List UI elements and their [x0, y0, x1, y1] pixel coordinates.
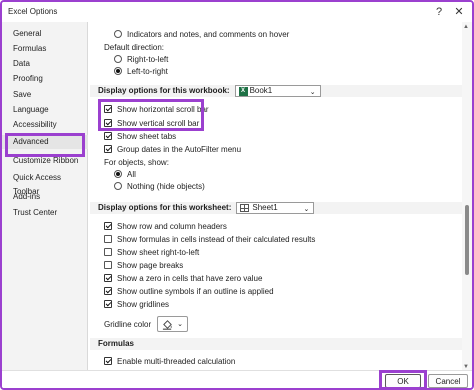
workbook-section-header: Display options for this workbook: X Boo… — [90, 85, 462, 97]
show-formulas-checkbox[interactable] — [104, 235, 112, 243]
excel-options-dialog: Excel Options ? ✕ General Formulas Data … — [0, 0, 474, 390]
formulas-section-title: Formulas — [98, 339, 135, 348]
options-scrollbar[interactable]: ▲ ▼ — [462, 22, 472, 372]
objects-all-label: All — [127, 169, 136, 179]
page-breaks-checkbox[interactable] — [104, 261, 112, 269]
scroll-up-icon[interactable]: ▲ — [463, 24, 469, 30]
zero-values-checkbox[interactable] — [104, 274, 112, 282]
for-objects-heading: For objects, show: — [104, 156, 169, 168]
worksheet-select-value: Sheet1 — [252, 203, 278, 212]
chevron-down-icon: ⌄ — [309, 89, 316, 96]
scroll-bar-options-highlight-box — [98, 99, 204, 131]
window-title: Excel Options — [8, 7, 58, 16]
page-breaks-label: Show page breaks — [117, 260, 184, 270]
row-col-headers-option[interactable]: Show row and column headers — [104, 220, 227, 232]
right-to-left-radio[interactable] — [114, 55, 122, 63]
outline-symbols-checkbox[interactable] — [104, 287, 112, 295]
options-sidebar: General Formulas Data Proofing Save Lang… — [2, 22, 88, 370]
multithreaded-option[interactable]: Enable multi-threaded calculation — [104, 355, 235, 367]
sidebar-item-trust-center[interactable]: Trust Center — [2, 206, 88, 220]
workbook-section-title: Display options for this workbook: — [98, 86, 230, 95]
gridline-color-row: Gridline color ⌄ — [104, 315, 189, 333]
sidebar-item-accessibility[interactable]: Accessibility — [2, 118, 88, 132]
gridline-color-label: Gridline color — [104, 319, 152, 329]
workbook-select-value: Book1 — [249, 86, 273, 95]
objects-all-option[interactable]: All — [114, 168, 136, 180]
group-dates-label: Group dates in the AutoFilter menu — [117, 144, 242, 154]
indicators-notes-option[interactable]: Indicators and notes, and comments on ho… — [114, 28, 289, 40]
sheet-tabs-option[interactable]: Show sheet tabs — [104, 130, 176, 142]
worksheet-section-header: Display options for this worksheet: Shee… — [90, 202, 462, 214]
right-to-left-label: Right-to-left — [127, 54, 169, 64]
sidebar-item-proofing[interactable]: Proofing — [2, 72, 88, 86]
close-icon[interactable]: ✕ — [452, 5, 466, 19]
title-bar: Excel Options ? ✕ — [2, 2, 472, 22]
zero-values-label: Show a zero in cells that have zero valu… — [117, 273, 263, 283]
scrollbar-thumb[interactable] — [465, 205, 469, 275]
multithreaded-checkbox[interactable] — [104, 357, 112, 365]
objects-all-radio[interactable] — [114, 170, 122, 178]
left-to-right-option[interactable]: Left-to-right — [114, 65, 168, 77]
outline-symbols-option[interactable]: Show outline symbols if an outline is ap… — [104, 285, 274, 297]
worksheet-select[interactable]: Sheet1 ⌄ — [236, 202, 315, 214]
indicators-notes-label: Indicators and notes, and comments on ho… — [127, 29, 290, 39]
objects-nothing-label: Nothing (hide objects) — [127, 181, 205, 191]
default-direction-label: Default direction: — [104, 42, 165, 52]
sheet-rtl-label: Show sheet right-to-left — [117, 247, 200, 257]
outline-symbols-label: Show outline symbols if an outline is ap… — [117, 286, 274, 296]
default-direction-heading: Default direction: — [104, 41, 164, 53]
row-col-headers-label: Show row and column headers — [117, 221, 227, 231]
excel-workbook-icon: X — [238, 86, 248, 96]
for-objects-label: For objects, show: — [104, 157, 169, 167]
advanced-highlight-box — [5, 133, 85, 157]
sidebar-item-quick-access-toolbar[interactable]: Quick Access Toolbar — [2, 171, 88, 196]
help-icon[interactable]: ? — [432, 5, 446, 19]
page-breaks-option[interactable]: Show page breaks — [104, 259, 183, 271]
right-to-left-option[interactable]: Right-to-left — [114, 53, 168, 65]
show-formulas-label: Show formulas in cells instead of their … — [117, 234, 316, 244]
sidebar-item-save[interactable]: Save — [2, 88, 88, 102]
objects-nothing-option[interactable]: Nothing (hide objects) — [114, 180, 205, 192]
left-to-right-radio[interactable] — [114, 67, 122, 75]
sidebar-item-add-ins[interactable]: Add-ins — [2, 190, 88, 204]
paint-bucket-icon — [163, 319, 172, 330]
sidebar-item-general[interactable]: General — [2, 27, 88, 41]
left-to-right-label: Left-to-right — [127, 66, 168, 76]
multithreaded-label: Enable multi-threaded calculation — [117, 356, 236, 366]
gridlines-option[interactable]: Show gridlines — [104, 298, 169, 310]
sheet-rtl-checkbox[interactable] — [104, 248, 112, 256]
sidebar-item-language[interactable]: Language — [2, 103, 88, 117]
gridlines-label: Show gridlines — [117, 299, 170, 309]
ok-highlight-box — [379, 370, 427, 388]
formulas-section-header: Formulas — [90, 338, 462, 350]
row-col-headers-checkbox[interactable] — [104, 222, 112, 230]
sidebar-item-data[interactable]: Data — [2, 57, 88, 71]
sheet-rtl-option[interactable]: Show sheet right-to-left — [104, 246, 199, 258]
show-formulas-option[interactable]: Show formulas in cells instead of their … — [104, 233, 315, 245]
sheet-tabs-checkbox[interactable] — [104, 132, 112, 140]
group-dates-option[interactable]: Group dates in the AutoFilter menu — [104, 143, 241, 155]
sheet-tabs-label: Show sheet tabs — [117, 131, 177, 141]
indicators-notes-radio[interactable] — [114, 30, 122, 38]
workbook-select[interactable]: X Book1 ⌄ — [234, 85, 321, 97]
chevron-down-icon: ⌄ — [303, 206, 310, 213]
worksheet-section-title: Display options for this worksheet: — [98, 203, 232, 212]
objects-nothing-radio[interactable] — [114, 182, 122, 190]
group-dates-checkbox[interactable] — [104, 145, 112, 153]
gridline-color-picker[interactable]: ⌄ — [157, 316, 189, 332]
advanced-options-panel: Indicators and notes, and comments on ho… — [90, 22, 462, 372]
chevron-down-icon: ⌄ — [177, 321, 184, 328]
zero-values-option[interactable]: Show a zero in cells that have zero valu… — [104, 272, 262, 284]
sheet-grid-icon — [240, 204, 250, 212]
gridlines-checkbox[interactable] — [104, 300, 112, 308]
cancel-button[interactable]: Cancel — [428, 374, 468, 388]
sidebar-item-formulas[interactable]: Formulas — [2, 42, 88, 56]
